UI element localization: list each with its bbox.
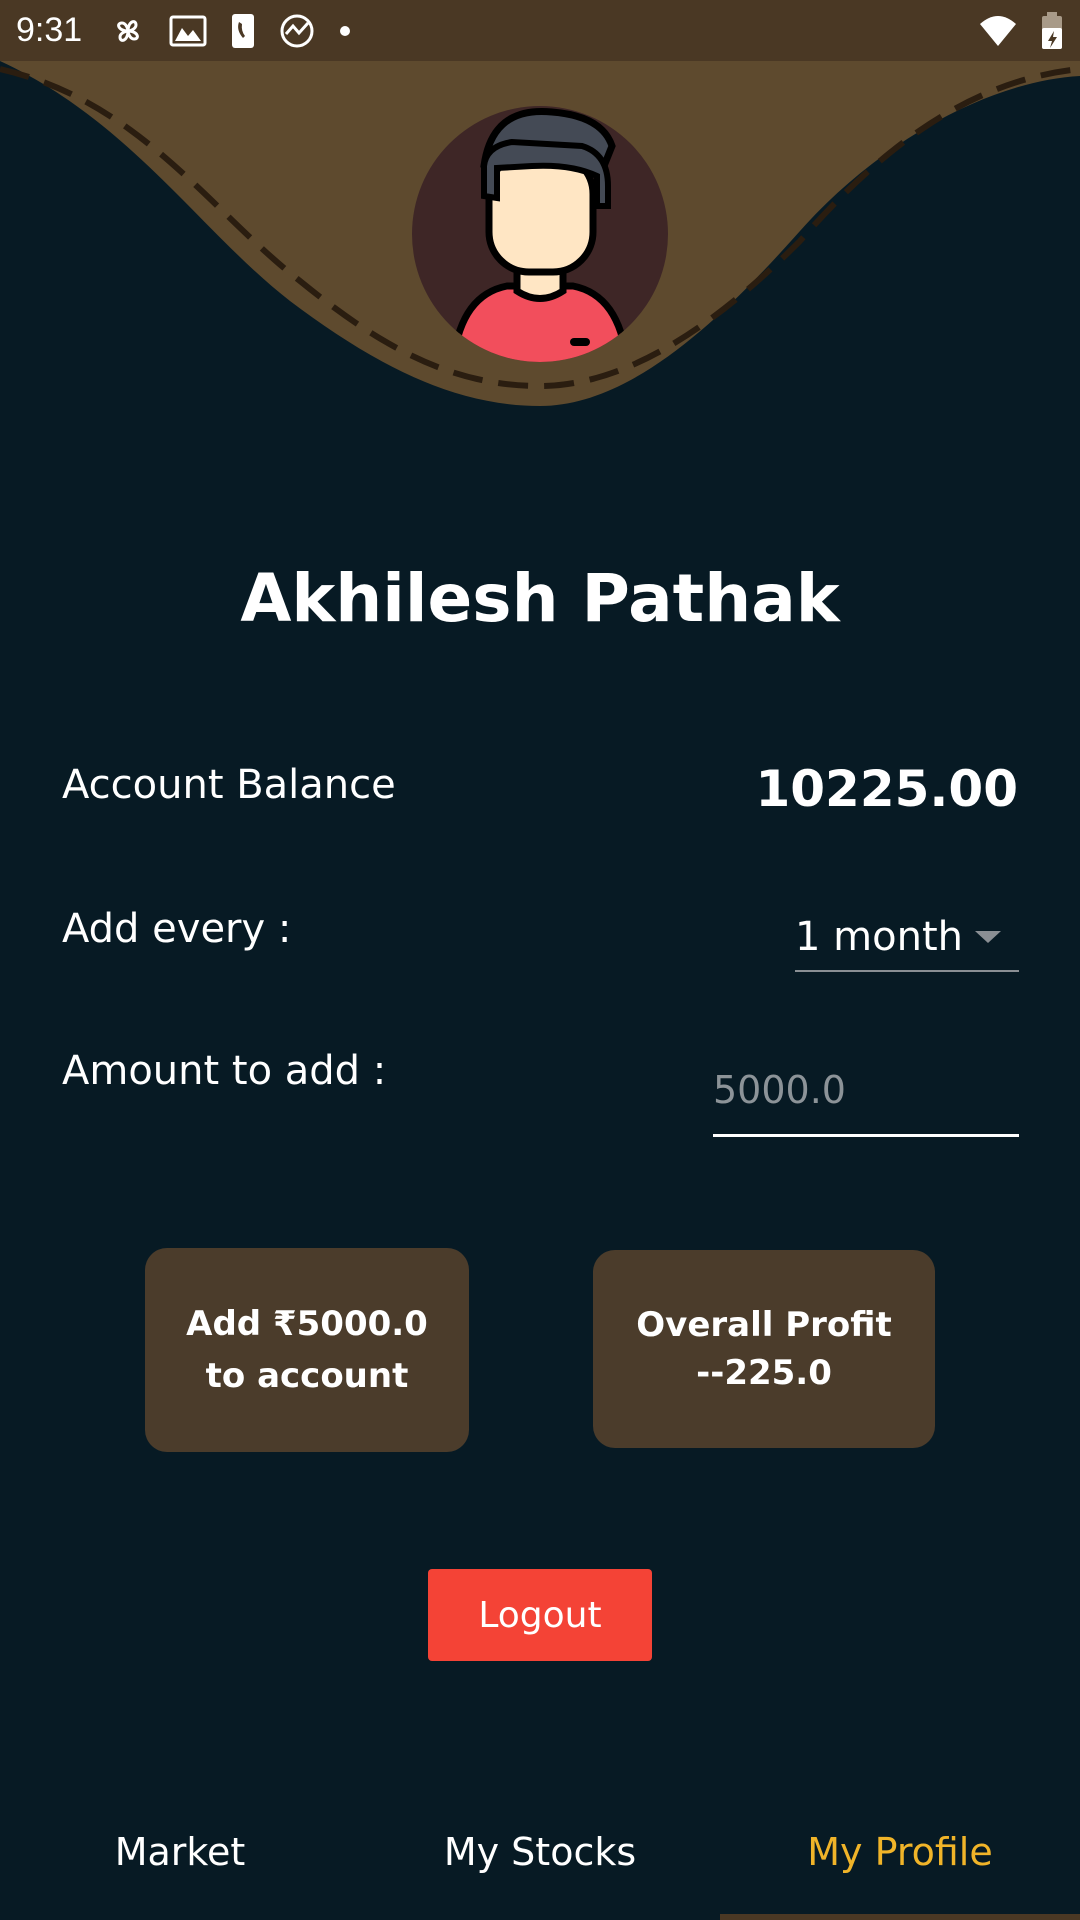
logout-button[interactable]: Logout <box>428 1569 652 1661</box>
activity-icon <box>280 14 314 47</box>
status-time: 9:31 <box>16 11 83 49</box>
tab-market[interactable]: Market <box>0 1830 360 1874</box>
status-icons <box>110 12 352 50</box>
dot-icon <box>340 25 351 36</box>
add-to-account-button[interactable]: Add ₹5000.0 to account <box>145 1248 469 1452</box>
amount-to-add-label: Amount to add : <box>62 1048 387 1094</box>
phone-icon <box>232 13 255 48</box>
dropdown-caret-icon <box>975 931 1001 943</box>
add-every-label: Add every : <box>62 906 292 952</box>
tab-my-stocks[interactable]: My Stocks <box>360 1830 720 1874</box>
amount-to-add-input[interactable] <box>713 1045 1019 1137</box>
add-every-dropdown[interactable]: 1 month <box>795 904 1019 972</box>
account-balance-value: 10225.00 <box>755 760 1018 818</box>
pinwheel-icon <box>117 19 140 42</box>
status-bar: 9:31 <box>0 0 1080 61</box>
add-every-value: 1 month <box>795 914 963 960</box>
tab-my-profile[interactable]: My Profile <box>720 1830 1080 1874</box>
status-right-icons <box>978 12 1064 50</box>
active-tab-indicator <box>720 1914 1080 1920</box>
user-avatar-icon <box>412 106 668 362</box>
battery-icon <box>1042 12 1062 49</box>
overall-profit-card: Overall Profit --225.0 <box>593 1250 935 1448</box>
wifi-icon <box>980 16 1016 46</box>
user-name: Akhilesh Pathak <box>240 560 840 637</box>
account-balance-label: Account Balance <box>62 762 396 808</box>
photo-icon <box>169 15 207 46</box>
bottom-navigation: Market My Stocks My Profile <box>0 1800 1080 1920</box>
